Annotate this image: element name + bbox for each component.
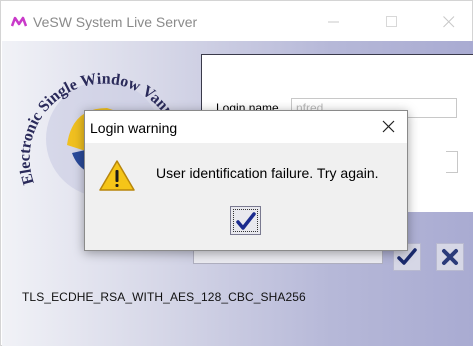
dialog-close-button[interactable]	[375, 115, 403, 139]
minimize-button[interactable]	[314, 9, 354, 35]
cancel-button[interactable]	[436, 243, 464, 271]
title-bar: VeSW System Live Server	[1, 1, 472, 41]
maximize-button[interactable]	[372, 9, 412, 35]
password-input[interactable]	[446, 151, 458, 173]
window-title: VeSW System Live Server	[33, 14, 198, 30]
close-icon	[443, 16, 455, 28]
app-logo-icon	[11, 16, 27, 27]
dialog-message: User identification failure. Try again.	[156, 165, 379, 181]
cipher-suite-text: TLS_ECDHE_RSA_WITH_AES_128_CBC_SHA256	[22, 290, 306, 304]
login-warning-dialog: Login warning User identification failur…	[84, 110, 408, 251]
dialog-title: Login warning	[90, 120, 178, 136]
close-icon	[382, 120, 395, 133]
checkmark-icon	[236, 212, 256, 230]
x-icon	[442, 249, 458, 265]
maximize-icon	[386, 16, 397, 27]
minimize-icon	[328, 21, 339, 23]
dialog-ok-button[interactable]	[230, 206, 261, 235]
warning-icon	[99, 160, 135, 191]
dialog-title-bar: Login warning	[85, 111, 407, 143]
close-button[interactable]	[429, 9, 469, 35]
dialog-body: User identification failure. Try again.	[85, 143, 407, 250]
